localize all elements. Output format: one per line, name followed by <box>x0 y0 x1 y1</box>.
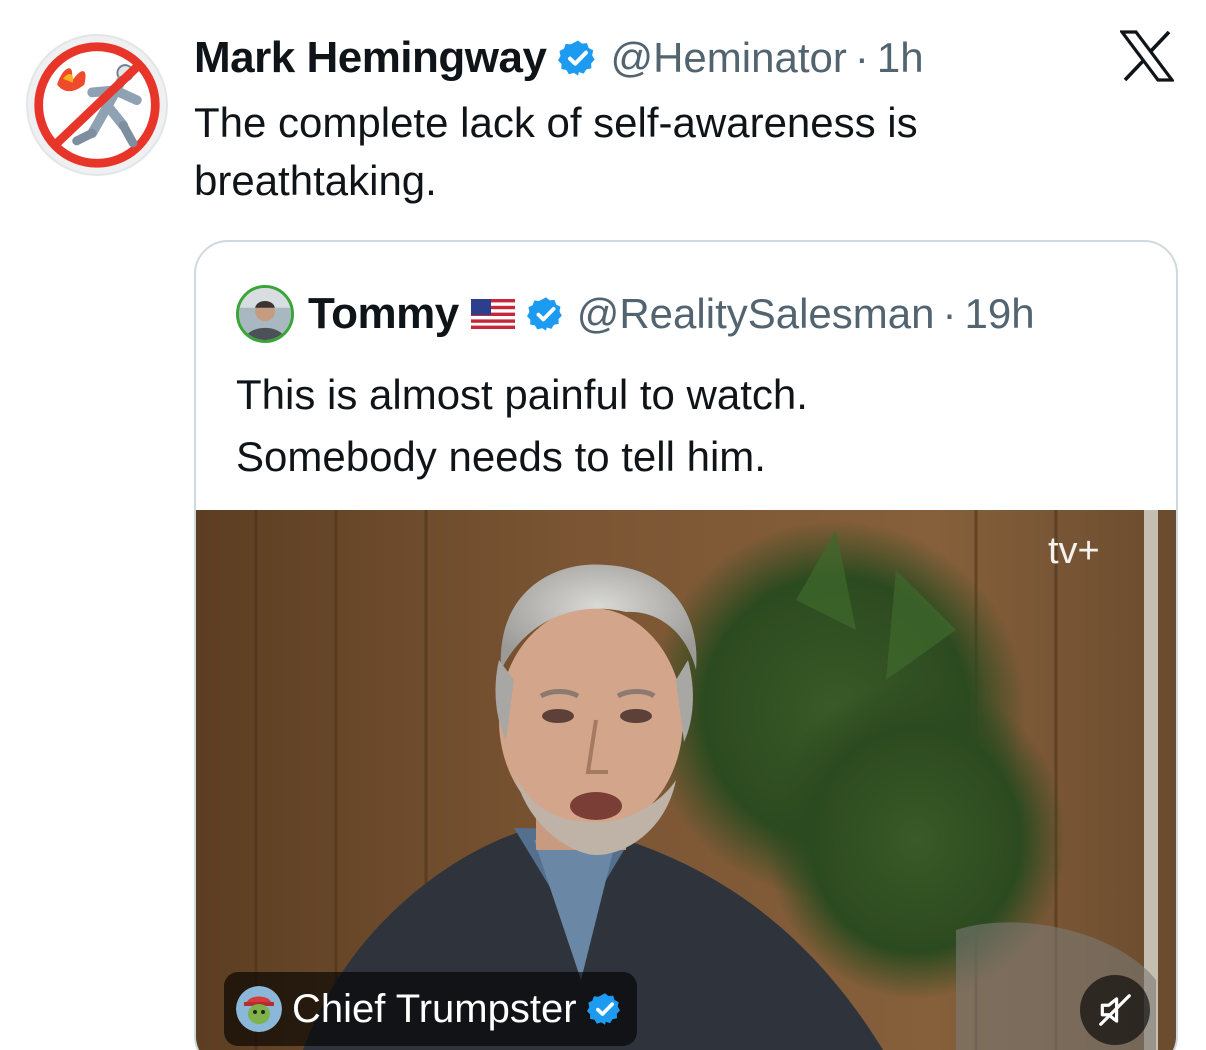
apple-tv-watermark: tv+ <box>1048 530 1100 573</box>
muted-speaker-icon <box>1099 994 1131 1026</box>
verified-badge-icon <box>586 993 620 1025</box>
tweet-header: Mark Hemingway @Heminator · 1h <box>194 30 924 86</box>
quoted-author-handle[interactable]: @RealitySalesman <box>577 290 935 338</box>
author-name[interactable]: Mark Hemingway <box>194 33 547 83</box>
quoted-tweet-text: This is almost painful to watch. Somebod… <box>236 364 1136 488</box>
quoted-author-avatar[interactable] <box>236 285 294 343</box>
verified-badge-icon[interactable] <box>558 38 598 78</box>
author-avatar[interactable] <box>26 34 168 176</box>
quoted-tweet-text-line: Somebody needs to tell him. <box>236 433 766 480</box>
quoted-tweet-header: Tommy @RealitySalesman · 19h <box>236 284 1035 344</box>
creator-name: Chief Trumpster <box>292 986 577 1031</box>
quoted-tweet-card[interactable]: Tommy @RealitySalesman · 19h This is alm… <box>194 240 1178 1050</box>
us-flag-icon <box>470 299 515 329</box>
tweet-text: The complete lack of self-awareness is b… <box>194 99 918 204</box>
quoted-author-name[interactable]: Tommy <box>308 289 459 339</box>
watermark-text: tv+ <box>1048 530 1100 572</box>
tweet-timestamp[interactable]: 1h <box>877 34 924 82</box>
running-man-on-fire-icon <box>34 42 160 168</box>
person-photo-icon <box>239 288 291 340</box>
verified-badge-icon[interactable] <box>526 295 565 333</box>
creator-avatar <box>236 986 282 1032</box>
quoted-tweet-timestamp[interactable]: 19h <box>965 290 1035 338</box>
author-handle[interactable]: @Heminator <box>610 34 846 82</box>
mute-button[interactable] <box>1080 975 1150 1045</box>
separator-dot: · <box>942 290 957 337</box>
video-creator-chip[interactable]: Chief Trumpster <box>224 972 637 1046</box>
separator-dot: · <box>854 34 869 81</box>
x-logo-icon <box>1120 30 1174 82</box>
quoted-tweet-text-line: This is almost painful to watch. <box>236 371 808 418</box>
video-player[interactable]: tv+ Chief Trumpster <box>196 510 1176 1050</box>
cartoon-avatar-icon <box>236 986 282 1032</box>
video-frame <box>196 510 1176 1050</box>
